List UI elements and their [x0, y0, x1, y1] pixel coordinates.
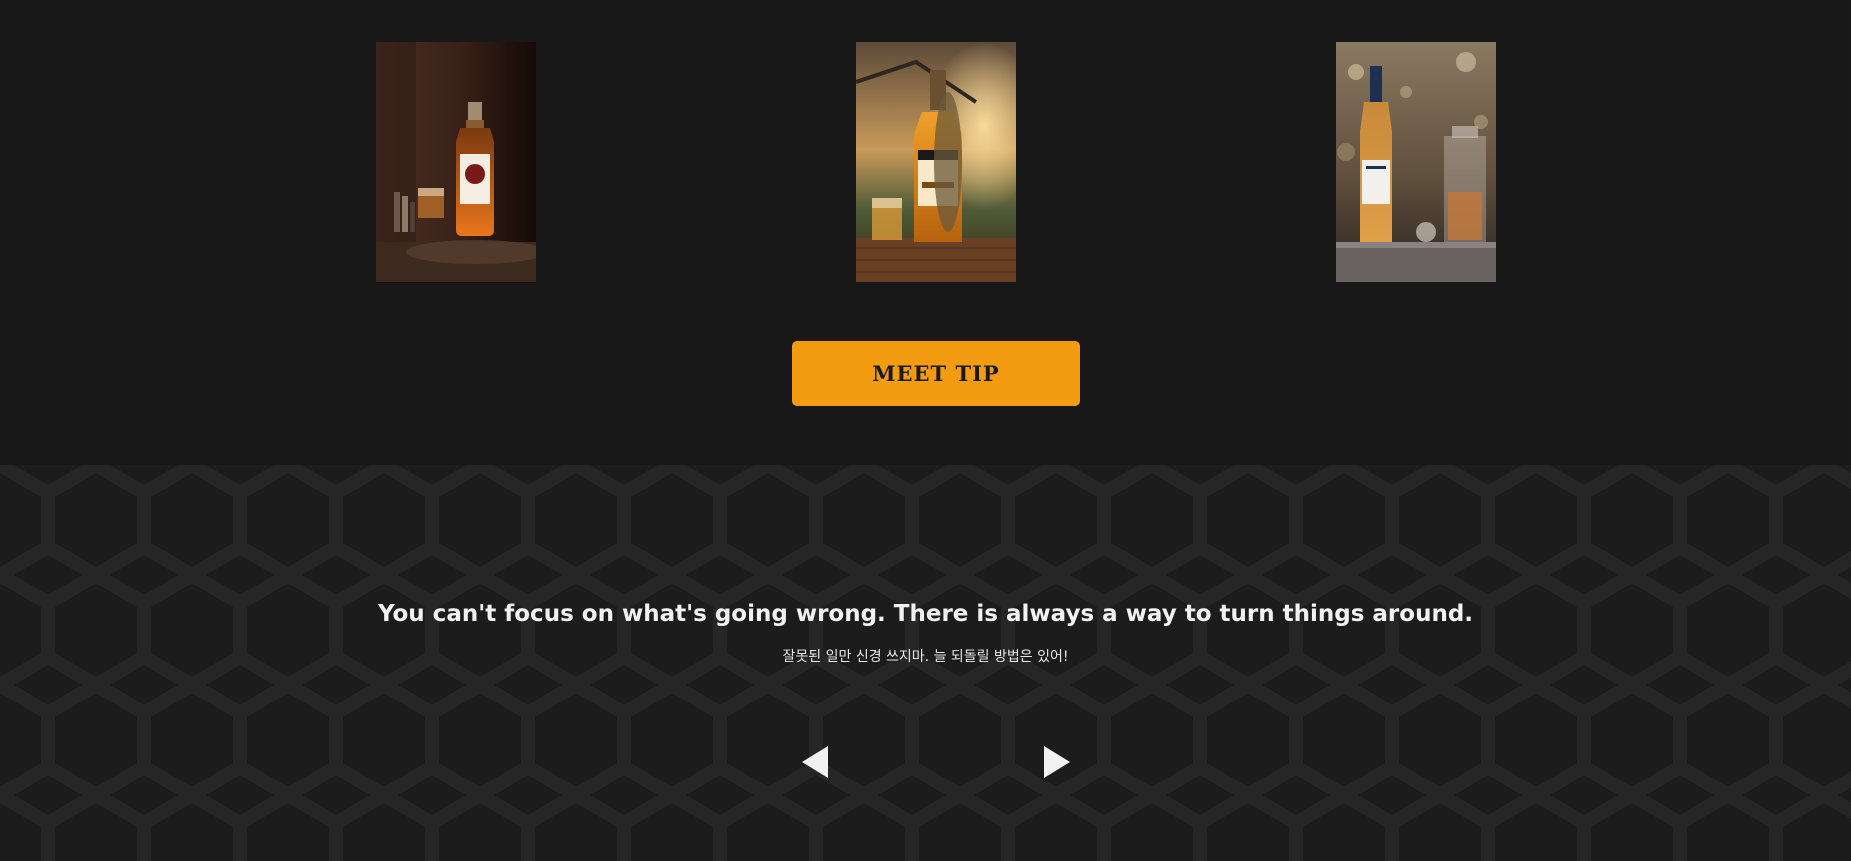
gallery-photo-2[interactable]	[856, 42, 1016, 282]
gallery-photo-1[interactable]	[376, 42, 536, 282]
gallery-section: MEET TIP	[0, 0, 1851, 465]
photo-gallery	[0, 42, 1851, 282]
meet-tip-button[interactable]: MEET TIP	[792, 341, 1080, 406]
honey-whiskey-bottle-photo	[856, 42, 1016, 282]
quote-section: You can't focus on what's going wrong. T…	[0, 465, 1851, 861]
slider-next-button[interactable]	[1036, 742, 1076, 782]
slider-prev-button[interactable]	[796, 742, 836, 782]
triangle-left-icon	[802, 746, 828, 778]
triangle-right-icon	[1044, 746, 1070, 778]
quote-korean: 잘못된 일만 신경 쓰지마. 늘 되돌릴 방법은 있어!	[782, 649, 1069, 665]
cognac-bottle-bar-photo	[1336, 42, 1496, 282]
gallery-photo-3[interactable]	[1336, 42, 1496, 282]
whiskey-bottle-dark-photo	[376, 42, 536, 282]
quote-english: You can't focus on what's going wrong. T…	[377, 601, 1474, 627]
